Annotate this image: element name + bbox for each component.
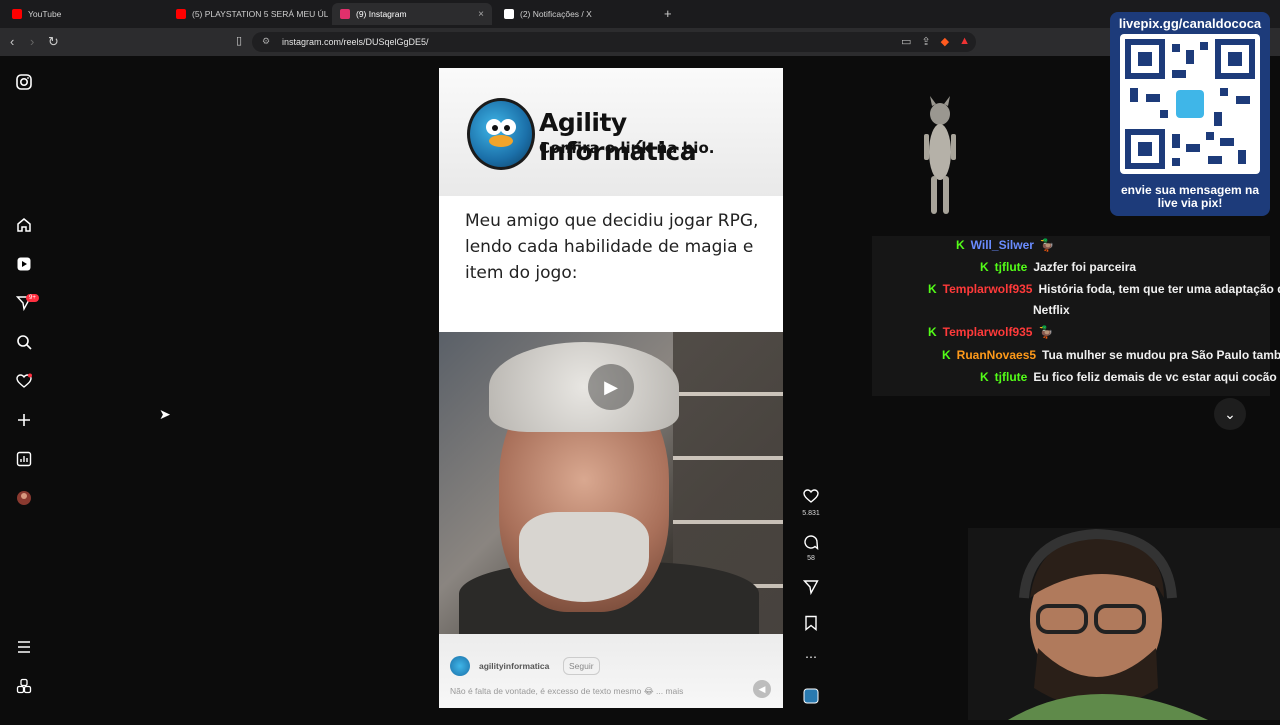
chat-message-continuation: Netflix [1033,303,1070,317]
chat-text: Tua mulher se mudou pra São Paulo também… [1042,348,1280,362]
tab-label: YouTube [28,9,62,19]
volume-icon[interactable]: ◀ [753,680,771,698]
youtube-icon [12,9,22,19]
browser-tab-bar: YouTube (5) PLAYSTATION 5 SERÁ MEU ÚLTIM… [0,0,1280,28]
chat-text: História foda, tem que ter uma adaptação… [1038,282,1280,296]
tab-label: (9) Instagram [356,9,407,19]
kick-icon: K [956,238,965,252]
person-beard [519,512,649,602]
save-icon[interactable] [801,615,821,634]
author-username[interactable]: agilityinformatica [479,661,549,671]
youtube-icon [176,9,186,19]
streamer-webcam [968,528,1280,720]
comment-icon[interactable] [801,534,821,553]
bookmark-icon[interactable]: ▯ [236,34,242,47]
post-description[interactable]: Não é falta de vontade, é excesso de tex… [450,686,683,697]
chat-text: 🦆 [1038,325,1054,339]
home-icon[interactable] [14,215,34,235]
tab-label: (5) PLAYSTATION 5 SERÁ MEU ÚLTIM [192,9,328,19]
chat-message: K RuanNovaes5 Tua mulher se mudou pra Sã… [942,348,1280,362]
like-count: 5.831 [802,510,820,517]
reel-footer: agilityinformatica Seguir Não é falta de… [439,634,783,708]
instagram-icon [340,9,350,19]
chat-message: K Templarwolf935 História foda, tem que … [928,282,1280,296]
chat-username: RuanNovaes5 [956,348,1037,362]
tab-youtube[interactable]: YouTube [4,3,164,25]
tab-instagram[interactable]: (9) Instagram × [332,3,492,25]
chat-text: 🦆 [1039,238,1055,252]
kick-icon: K [980,260,989,274]
agility-logo-icon [467,98,535,170]
qr-footer: envie sua mensagem na live via pix! [1120,183,1260,210]
reload-icon[interactable]: ↻ [48,34,59,50]
dashboard-icon[interactable] [14,449,34,469]
reel-caption-text: Meu amigo que decidiu jogar RPG, lendo c… [465,211,759,283]
new-tab-button[interactable]: + [664,6,672,21]
share-icon[interactable]: ⇪ [921,35,930,48]
close-tab-icon[interactable]: × [478,9,484,20]
chat-message: K Will_Silwer 🦆 [956,238,1055,252]
comment-count: 58 [807,555,815,562]
kick-icon: K [928,282,937,296]
kick-icon: K [980,370,989,384]
cast-icon[interactable]: ▭ [901,35,911,48]
chat-username: tjflute [994,370,1028,384]
site-info-icon[interactable]: ⚙ [262,36,270,47]
rewards-icon[interactable]: ▲ [959,35,970,48]
brand-subtitle: Confira o link na bio. [539,139,715,157]
messages-badge: 9+ [26,294,39,302]
instagram-logo-icon[interactable] [14,72,34,92]
reel-text-card: Agility Informática Confira o link na bi… [439,68,783,196]
more-apps-icon[interactable] [14,676,34,696]
tab-label: (2) Notificações / X [520,9,592,19]
tab-playstation[interactable]: (5) PLAYSTATION 5 SERÁ MEU ÚLTIM [168,3,328,25]
profile-avatar-icon[interactable] [14,488,34,508]
qr-code [1120,34,1260,174]
mouse-cursor-icon: ➤ [159,406,171,422]
share-icon[interactable] [801,579,821,598]
chat-username: Templarwolf935 [942,282,1033,296]
chat-text: Jazfer foi parceira [1033,260,1137,274]
brand-name: Agility Informática [539,108,697,166]
chat-text: Eu fico feliz demais de vc estar aqui co… [1033,370,1277,384]
x-icon [504,9,514,19]
tab-x-notifications[interactable]: (2) Notificações / X [496,3,656,25]
reels-icon[interactable] [14,254,34,274]
url-text: instagram.com/reels/DUSqelGgDE5/ [282,37,429,47]
address-bar[interactable]: ⚙ instagram.com/reels/DUSqelGgDE5/ ▭ ⇪ ◆… [252,32,976,52]
chat-text: Netflix [1033,303,1070,317]
chat-message: K tjflute Eu fico feliz demais de vc est… [980,370,1277,384]
follow-button[interactable]: Seguir [563,657,600,675]
livepix-qr-card: livepix.gg/canaldococa envie sua mensage… [1110,12,1270,216]
chat-username: tjflute [994,260,1028,274]
more-options-icon[interactable]: ⋯ [801,650,821,664]
live-chat-overlay: K Will_Silwer 🦆 K tjflute Jazfer foi par… [872,236,1280,396]
chat-username: Will_Silwer [970,238,1034,252]
kick-icon: K [942,348,951,362]
reel-post[interactable]: Agility Informática Confira o link na bi… [439,68,783,708]
menu-icon[interactable] [14,637,34,657]
instagram-sidebar: 9+ [0,56,48,720]
browser-toolbar: ‹ › ↻ ▯ ⚙ instagram.com/reels/DUSqelGgDE… [0,28,1280,56]
like-icon[interactable] [801,488,821,507]
cat-animation [922,96,958,216]
chevron-down-icon[interactable]: ⌄ [1214,398,1246,430]
notifications-icon[interactable] [14,371,34,391]
chat-message: K tjflute Jazfer foi parceira [980,260,1136,274]
audio-avatar-icon[interactable] [801,688,821,707]
play-icon[interactable]: ▶ [588,364,634,410]
create-icon[interactable] [14,410,34,430]
brave-shield-icon[interactable]: ◆ [941,35,949,48]
forward-icon[interactable]: › [30,34,34,49]
qr-title: livepix.gg/canaldococa [1118,16,1262,31]
chat-message: K Templarwolf935 🦆 [928,325,1053,339]
kick-icon: K [928,325,937,339]
person-hair [489,342,679,432]
author-avatar[interactable] [450,656,470,676]
chat-username: Templarwolf935 [942,325,1033,339]
search-icon[interactable] [14,332,34,352]
reel-video[interactable]: ▶ [439,332,783,642]
back-icon[interactable]: ‹ [10,34,14,49]
